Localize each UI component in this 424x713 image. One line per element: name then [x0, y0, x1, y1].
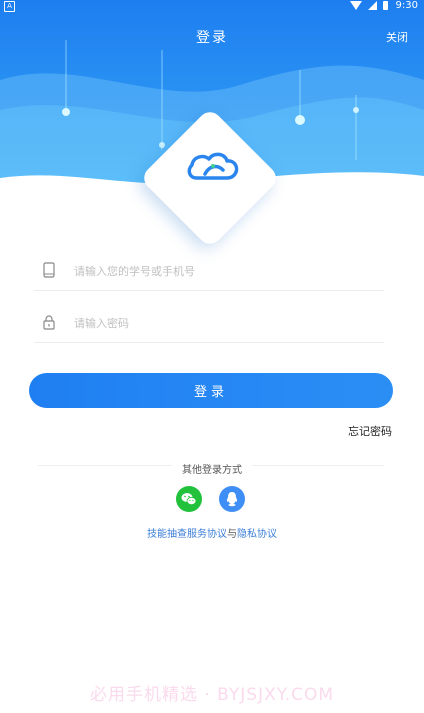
- account-field[interactable]: [34, 250, 384, 291]
- login-button[interactable]: 登录: [29, 373, 393, 408]
- page-title: 登录: [196, 30, 228, 46]
- wechat-icon: [181, 493, 197, 506]
- privacy-agreement-link[interactable]: 隐私协议: [237, 529, 277, 540]
- other-login-label: 其他登录方式: [0, 458, 424, 477]
- forgot-password-link[interactable]: 忘记密码: [348, 423, 392, 439]
- password-input[interactable]: [72, 310, 376, 336]
- password-field[interactable]: [34, 302, 384, 343]
- status-icons: [350, 1, 388, 10]
- app-notification-icon: A: [4, 1, 15, 12]
- phone-icon: [43, 262, 55, 278]
- agreement-text: 技能抽查服务协议与隐私协议: [0, 525, 424, 540]
- wifi-icon: [350, 1, 362, 10]
- lock-icon: [43, 315, 55, 330]
- signal-icon: [368, 1, 377, 10]
- watermark: 必用手机精选 · BYJSJXY.COM: [89, 685, 335, 705]
- status-bar: A 9:30: [0, 0, 424, 14]
- agreement-connector: 与: [227, 529, 237, 540]
- qq-icon: [226, 492, 238, 507]
- cloud-logo-icon: [187, 152, 239, 180]
- account-input[interactable]: [72, 258, 376, 284]
- close-button[interactable]: 关闭: [386, 29, 408, 45]
- wechat-login-button[interactable]: [176, 486, 202, 512]
- service-agreement-link[interactable]: 技能抽查服务协议: [147, 529, 227, 540]
- clock: 9:30: [395, 0, 418, 11]
- qq-login-button[interactable]: [219, 486, 245, 512]
- other-login-text: 其他登录方式: [172, 465, 252, 476]
- battery-icon: [383, 1, 388, 10]
